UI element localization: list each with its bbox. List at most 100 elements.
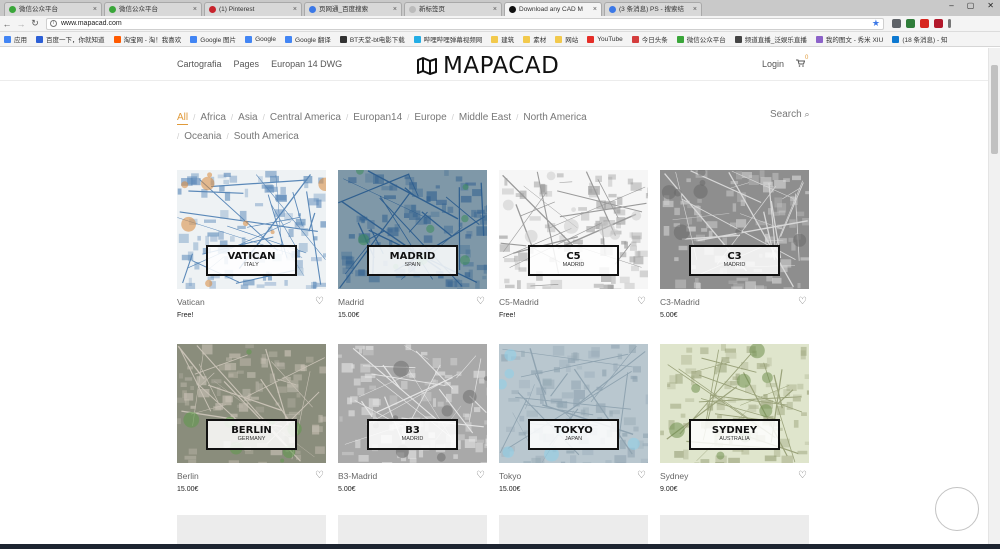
product-card[interactable]: TOKYO JAPAN Tokyo ♡ 15.00€ bbox=[499, 344, 648, 493]
pin-extension-icon[interactable] bbox=[934, 19, 943, 28]
close-window-icon[interactable]: ✕ bbox=[987, 1, 994, 10]
filter-asia[interactable]: Asia bbox=[238, 108, 257, 127]
clip-extension-icon[interactable] bbox=[906, 19, 915, 28]
bookmark-item[interactable]: 建筑 bbox=[491, 34, 514, 44]
plate-city: SYDNEY bbox=[711, 425, 758, 436]
bookmark-item[interactable]: 网站 bbox=[555, 34, 578, 44]
bookmark-item[interactable]: (18 条消息) - 知 bbox=[892, 34, 947, 44]
bookmark-item[interactable]: 我的图文 - 秀米 XIU bbox=[815, 34, 883, 44]
filter-europan14[interactable]: Europan14 bbox=[353, 108, 402, 127]
filter-oceania[interactable]: Oceania bbox=[184, 127, 221, 146]
product-name[interactable]: B3-Madrid bbox=[338, 471, 377, 481]
product-name[interactable]: Sydney bbox=[660, 471, 688, 481]
bookmark-item[interactable]: Google bbox=[245, 35, 276, 43]
product-card[interactable]: SYDNEY AUSTRALIA Sydney ♡ 9.00€ bbox=[660, 344, 809, 493]
close-tab-icon[interactable]: × bbox=[693, 3, 697, 16]
heart-icon[interactable]: ♡ bbox=[798, 470, 807, 481]
filter-central-america[interactable]: Central America bbox=[270, 108, 341, 127]
bookmark-item[interactable]: 频道直播_泛娱乐直播 bbox=[734, 34, 807, 44]
product-card[interactable]: C5 MADRID C5-Madrid ♡ Free! bbox=[499, 170, 648, 319]
product-thumbnail[interactable]: MADRID SPAIN bbox=[338, 170, 487, 289]
heart-icon[interactable]: ♡ bbox=[637, 296, 646, 307]
bookmark-star-icon[interactable]: ★ bbox=[872, 18, 880, 28]
close-tab-icon[interactable]: × bbox=[493, 3, 497, 16]
product-thumbnail[interactable]: VATICAN ITALY bbox=[177, 170, 326, 289]
filter-north-america[interactable]: North America bbox=[523, 108, 586, 127]
product-name[interactable]: Tokyo bbox=[499, 471, 521, 481]
nav-pages[interactable]: Pages bbox=[234, 59, 260, 69]
bookmark-item[interactable]: 素材 bbox=[523, 34, 546, 44]
browser-tab[interactable]: 页网通_百度搜索 × bbox=[304, 2, 402, 16]
browser-tab[interactable]: 微信公众平台 × bbox=[104, 2, 202, 16]
maximize-icon[interactable]: ▢ bbox=[967, 1, 975, 10]
product-name[interactable]: C5-Madrid bbox=[499, 297, 539, 307]
browser-tab[interactable]: 微信公众平台 × bbox=[4, 2, 102, 16]
close-tab-icon[interactable]: × bbox=[93, 3, 97, 16]
filter-europe[interactable]: Europe bbox=[414, 108, 446, 127]
heart-icon[interactable]: ♡ bbox=[315, 470, 324, 481]
filter-all[interactable]: All bbox=[177, 111, 189, 125]
info-icon[interactable]: i bbox=[50, 19, 57, 27]
page-scrollbar[interactable] bbox=[988, 48, 1000, 544]
plate-country: ITALY bbox=[244, 262, 259, 268]
heart-icon[interactable]: ♡ bbox=[476, 470, 485, 481]
bookmark-item[interactable]: 微信公众平台 bbox=[676, 34, 726, 44]
close-tab-icon[interactable]: × bbox=[293, 3, 297, 16]
browser-tab[interactable]: 新标签页 × bbox=[404, 2, 502, 16]
back-icon[interactable]: ← bbox=[0, 19, 14, 29]
product-thumbnail[interactable]: C5 MADRID bbox=[499, 170, 648, 289]
heart-icon[interactable]: ♡ bbox=[315, 296, 324, 307]
product-card[interactable]: B3 MADRID B3-Madrid ♡ 5.00€ bbox=[338, 344, 487, 493]
product-name[interactable]: C3-Madrid bbox=[660, 297, 700, 307]
bookmark-item[interactable]: 哔哩哔哩弹幕视频网 bbox=[413, 34, 483, 44]
close-tab-icon[interactable]: × bbox=[593, 3, 597, 16]
product-thumbnail[interactable]: BERLIN GERMANY bbox=[177, 344, 326, 463]
search-toggle[interactable]: Search ⌕ bbox=[770, 108, 810, 121]
bookmark-item[interactable]: 百度一下，你就知道 bbox=[36, 34, 105, 44]
product-card[interactable]: VATICAN ITALY Vatican ♡ Free! bbox=[177, 170, 326, 319]
heart-icon[interactable]: ♡ bbox=[476, 296, 485, 307]
bookmark-item[interactable]: BT天堂-bt电影下载 bbox=[339, 34, 405, 44]
product-name[interactable]: Vatican bbox=[177, 297, 205, 307]
bookmark-item[interactable]: 应用 bbox=[4, 34, 27, 44]
bookmark-label: 哔哩哔哩弹幕视频网 bbox=[423, 37, 483, 44]
forward-icon[interactable]: → bbox=[14, 19, 28, 29]
cart-icon[interactable]: 0 bbox=[796, 55, 808, 69]
product-thumbnail[interactable]: B3 MADRID bbox=[338, 344, 487, 463]
browser-tab[interactable]: (3 条消息) PS - 搜索结 × bbox=[604, 2, 702, 16]
menu-icon[interactable] bbox=[948, 19, 951, 28]
product-name[interactable]: Madrid bbox=[338, 297, 364, 307]
filter-middle-east[interactable]: Middle East bbox=[459, 108, 511, 127]
bookmark-item[interactable]: Google 图片 bbox=[190, 34, 236, 44]
product-card[interactable]: BERLIN GERMANY Berlin ♡ 15.00€ bbox=[177, 344, 326, 493]
reload-icon[interactable]: ↻ bbox=[28, 18, 42, 29]
address-bar[interactable]: i www.mapacad.com ★ bbox=[46, 17, 884, 30]
nav-cartografia[interactable]: Cartografia bbox=[177, 59, 222, 69]
translate-extension-icon[interactable] bbox=[892, 19, 901, 28]
product-thumbnail[interactable]: TOKYO JAPAN bbox=[499, 344, 648, 463]
browser-tab[interactable]: (1) Pinterest × bbox=[204, 2, 302, 16]
bookmark-item[interactable]: 今日头条 bbox=[631, 34, 668, 44]
nav-europan-14-dwg[interactable]: Europan 14 DWG bbox=[271, 59, 342, 69]
product-card[interactable]: MADRID SPAIN Madrid ♡ 15.00€ bbox=[338, 170, 487, 319]
site-logo[interactable]: MAPACAD bbox=[417, 53, 559, 79]
minimize-icon[interactable]: – bbox=[949, 1, 953, 10]
scrollbar-thumb[interactable] bbox=[991, 65, 998, 154]
close-tab-icon[interactable]: × bbox=[193, 3, 197, 16]
product-name[interactable]: Berlin bbox=[177, 471, 199, 481]
heart-icon[interactable]: ♡ bbox=[798, 296, 807, 307]
pdf-extension-icon[interactable] bbox=[920, 19, 929, 28]
heart-icon[interactable]: ♡ bbox=[637, 470, 646, 481]
product-card[interactable]: C3 MADRID C3-Madrid ♡ 5.00€ bbox=[660, 170, 809, 319]
login-link[interactable]: Login bbox=[762, 59, 784, 69]
filter-africa[interactable]: Africa bbox=[200, 108, 226, 127]
filter-south-america[interactable]: South America bbox=[234, 127, 299, 146]
close-tab-icon[interactable]: × bbox=[393, 3, 397, 16]
product-thumbnail[interactable]: SYDNEY AUSTRALIA bbox=[660, 344, 809, 463]
product-thumbnail[interactable]: C3 MADRID bbox=[660, 170, 809, 289]
bookmark-item[interactable]: 淘宝网 - 淘！我喜欢 bbox=[113, 34, 181, 44]
bookmark-item[interactable]: YouTube bbox=[587, 35, 623, 43]
browser-tab[interactable]: Download any CAD M × bbox=[504, 2, 602, 16]
bookmark-item[interactable]: Google 翻译 bbox=[285, 34, 331, 44]
tab-label: 页网通_百度搜索 bbox=[319, 6, 369, 13]
